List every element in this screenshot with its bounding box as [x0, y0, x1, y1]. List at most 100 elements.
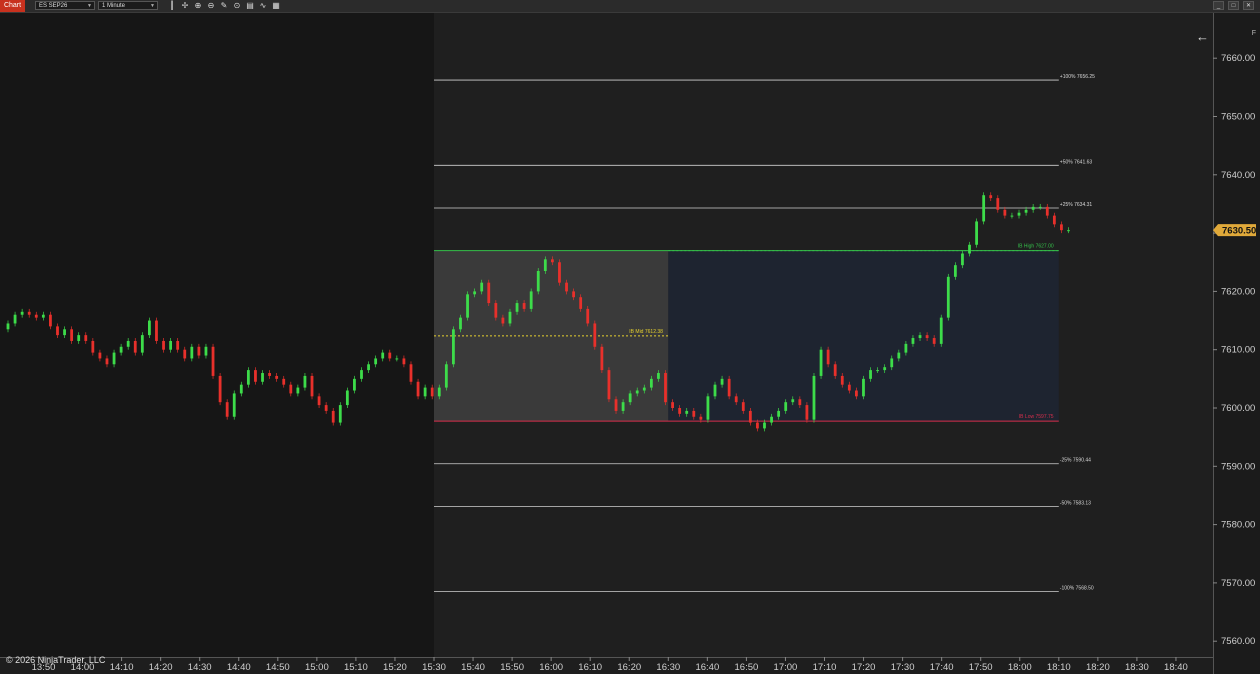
- chevron-down-icon: ▼: [87, 3, 92, 9]
- candle-body: [1045, 206, 1049, 216]
- chart-toolbar: Chart ES SEP26 ▼ 1 Minute ▼ ┃ ✢ ⊕ ⊖ ✎ ⊙ …: [0, 0, 1260, 13]
- candle-body: [155, 320, 158, 341]
- crosshair-icon[interactable]: ✢: [180, 1, 190, 11]
- price-tick-label: 7610.00: [1221, 345, 1255, 356]
- bars-icon[interactable]: ┃: [167, 1, 177, 11]
- chevron-down-icon: ▼: [150, 3, 155, 9]
- candle-body: [699, 416, 703, 420]
- candle-body: [133, 340, 137, 353]
- candle-body: [692, 410, 696, 417]
- ib-mid-label: IB Mid 7612.38: [629, 329, 663, 335]
- properties-icon[interactable]: ▦: [271, 1, 281, 11]
- time-tick-label: 15:00: [305, 662, 329, 673]
- candle-body: [452, 329, 455, 365]
- candle-body: [254, 370, 257, 382]
- candle-body: [600, 346, 604, 371]
- candle-body: [543, 259, 547, 271]
- back-arrow-icon[interactable]: ←: [1196, 29, 1209, 44]
- candle-body: [812, 375, 816, 420]
- candle-body: [239, 384, 243, 394]
- candle-body: [536, 270, 540, 292]
- candle-body: [423, 387, 427, 397]
- candle-body: [119, 346, 123, 353]
- candle-body: [515, 303, 519, 312]
- candle-body: [621, 402, 625, 411]
- candle-body: [657, 373, 660, 379]
- time-tick-label: 17:00: [774, 662, 798, 673]
- candle-body: [720, 378, 724, 385]
- ib-low-label: IB Low 7597.75: [1019, 414, 1054, 420]
- candle-body: [1031, 206, 1035, 210]
- candle-body: [529, 291, 533, 309]
- candle-body: [897, 352, 901, 359]
- instrument-selector[interactable]: ES SEP26 ▼: [35, 1, 95, 10]
- candle-body: [939, 317, 943, 344]
- candle-body: [734, 396, 738, 403]
- candle-body: [56, 326, 59, 336]
- chart-style-icon[interactable]: ▤: [245, 1, 255, 11]
- candle-body: [883, 367, 887, 371]
- candle-body: [1060, 224, 1063, 231]
- global-draw-icon[interactable]: ⊙: [232, 1, 242, 11]
- interval-selector[interactable]: 1 Minute ▼: [98, 1, 158, 10]
- candle-body: [331, 410, 335, 423]
- chart-panel[interactable]: +100% 7656.25 +50% 7641.63 +25% 7634.31 -25…: [0, 13, 1260, 674]
- candle-body: [579, 297, 583, 309]
- candle-body: [819, 349, 823, 376]
- zoom-out-icon[interactable]: ⊖: [206, 1, 216, 11]
- ib-high-label: IB High 7627.00: [1018, 244, 1054, 250]
- time-tick-label: 18:40: [1164, 662, 1188, 673]
- candle-body: [367, 364, 370, 371]
- candle-body: [996, 198, 1000, 210]
- tab-chart[interactable]: Chart: [0, 0, 25, 12]
- candle-body: [968, 244, 971, 254]
- candle-body: [324, 405, 328, 411]
- candle-body: [1010, 215, 1014, 217]
- candle-body: [869, 370, 872, 379]
- maximize-icon[interactable]: □: [1228, 1, 1239, 10]
- candle-body: [225, 402, 229, 417]
- extension-label: +25% 7634.31: [1060, 202, 1093, 208]
- candle-body: [798, 399, 802, 406]
- candle-body: [805, 405, 809, 420]
- candle-body: [282, 378, 286, 385]
- candle-body: [614, 399, 618, 411]
- zoom-in-icon[interactable]: ⊕: [193, 1, 203, 11]
- time-tick-label: 15:10: [344, 662, 368, 673]
- candle-body: [197, 346, 201, 356]
- price-tick-label: 7660.00: [1221, 53, 1255, 64]
- candle-body: [678, 408, 682, 414]
- candle-body: [558, 262, 561, 283]
- price-tick-label: 7570.00: [1221, 578, 1255, 589]
- draw-pencil-icon[interactable]: ✎: [219, 1, 229, 11]
- instrument-value: ES SEP26: [39, 3, 68, 9]
- candle-body: [862, 378, 865, 397]
- candle-body: [296, 387, 300, 394]
- candle-body: [487, 282, 491, 304]
- price-tick-label: 7560.00: [1221, 636, 1255, 647]
- minimize-icon[interactable]: _: [1213, 1, 1224, 10]
- candle-body: [593, 323, 597, 347]
- indicators-icon[interactable]: ∿: [258, 1, 268, 11]
- candle-body: [360, 370, 363, 379]
- candle-body: [112, 352, 116, 365]
- price-tick-label: 7580.00: [1221, 520, 1255, 531]
- time-tick-label: 17:40: [930, 662, 954, 673]
- time-tick-label: 17:50: [969, 662, 993, 673]
- price-chart[interactable]: +100% 7656.25 +50% 7641.63 +25% 7634.31 -25…: [0, 13, 1260, 674]
- candle-body: [275, 375, 279, 379]
- candle-body: [98, 352, 102, 359]
- candle-body: [345, 390, 349, 406]
- candle-body: [310, 375, 314, 397]
- candle-body: [664, 373, 667, 403]
- candle-body: [416, 381, 420, 397]
- close-icon[interactable]: ✕: [1243, 1, 1254, 10]
- candle-body: [1024, 209, 1028, 213]
- price-tick-label: 7590.00: [1221, 461, 1255, 472]
- candle-body: [649, 378, 653, 388]
- candle-body: [27, 311, 31, 315]
- copyright-label: © 2026 NinjaTrader, LLC: [6, 655, 106, 665]
- candle-body: [748, 410, 752, 423]
- candle-body: [671, 402, 674, 408]
- candle-body: [706, 396, 710, 420]
